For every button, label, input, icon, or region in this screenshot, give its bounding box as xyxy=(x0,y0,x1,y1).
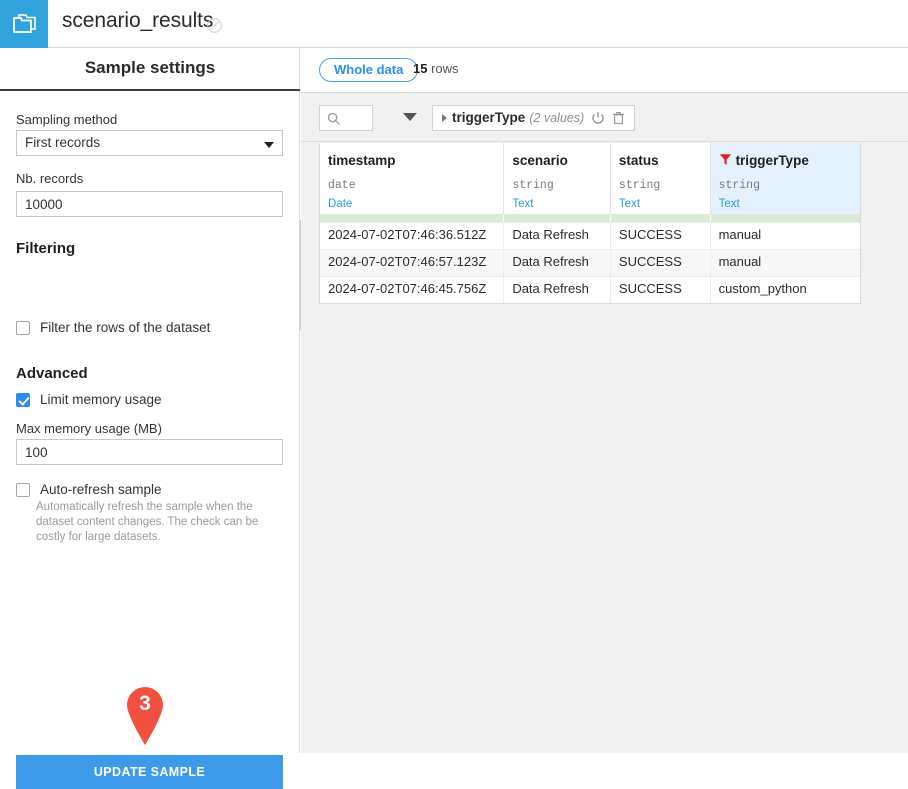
table-row[interactable]: 2024-07-02T07:46:57.123Z Data Refresh SU… xyxy=(320,249,860,276)
column-meaning[interactable]: Text xyxy=(719,198,740,210)
folder-icon-glyph xyxy=(11,13,37,35)
max-memory-label: Max memory usage (MB) xyxy=(16,421,162,436)
column-meaning[interactable]: Text xyxy=(619,198,640,210)
nb-records-label: Nb. records xyxy=(16,171,83,186)
chevron-down-icon xyxy=(264,142,274,148)
filter-toolbar: triggerType (2 values) xyxy=(301,94,908,142)
title-divider xyxy=(0,89,300,91)
table-header-row: timestamp date Date scenario string Text… xyxy=(320,143,860,215)
cell-triggertype: manual xyxy=(711,250,860,276)
folder-icon[interactable] xyxy=(0,0,48,48)
row-count-value: 15 xyxy=(413,61,427,76)
table-row[interactable]: 2024-07-02T07:46:36.512Z Data Refresh SU… xyxy=(320,222,860,249)
sampling-method-value: First records xyxy=(25,135,100,150)
no-entry-icon[interactable] xyxy=(206,17,223,34)
limit-memory-label: Limit memory usage xyxy=(40,392,162,407)
scope-pill-whole-data[interactable]: Whole data xyxy=(319,58,418,82)
sample-settings-panel: Sample settings Sampling method First re… xyxy=(0,48,300,753)
sample-settings-title: Sample settings xyxy=(0,58,300,78)
column-header-scenario[interactable]: scenario string Text xyxy=(504,143,611,215)
filtering-heading: Filtering xyxy=(16,240,75,257)
cell-timestamp: 2024-07-02T07:46:45.756Z xyxy=(320,277,504,303)
column-type: string xyxy=(512,179,553,192)
column-name: triggerType xyxy=(736,153,809,168)
column-name: status xyxy=(619,153,659,168)
step-marker-3: 3 xyxy=(122,684,168,746)
cell-timestamp: 2024-07-02T07:46:57.123Z xyxy=(320,250,504,276)
row-count: 15 rows xyxy=(413,61,459,76)
column-header-timestamp[interactable]: timestamp date Date xyxy=(320,143,504,215)
column-meaning[interactable]: Text xyxy=(512,198,533,210)
page-title: scenario_results xyxy=(62,9,213,33)
cell-triggertype: manual xyxy=(711,223,860,249)
sampling-method-select[interactable]: First records xyxy=(16,130,283,156)
column-type: string xyxy=(619,179,660,192)
column-name: scenario xyxy=(512,153,568,168)
cell-timestamp: 2024-07-02T07:46:36.512Z xyxy=(320,223,504,249)
column-name: timestamp xyxy=(328,153,396,168)
chevron-down-icon[interactable] xyxy=(403,113,417,121)
column-quality-bar xyxy=(320,215,860,222)
data-table: timestamp date Date scenario string Text… xyxy=(319,143,861,304)
power-refresh-icon[interactable] xyxy=(591,111,605,125)
nb-records-input[interactable] xyxy=(16,191,283,217)
filter-chip-triggertype[interactable]: triggerType (2 values) xyxy=(432,105,635,131)
top-bar: scenario_results Explore Charts Statisti… xyxy=(0,0,908,48)
cell-scenario: Data Refresh xyxy=(504,223,611,249)
cell-status: SUCCESS xyxy=(611,250,711,276)
column-header-triggertype[interactable]: triggerType string Text xyxy=(711,143,860,215)
explore-header: Whole data 15 rows xyxy=(301,48,908,93)
cell-scenario: Data Refresh xyxy=(504,250,611,276)
cell-scenario: Data Refresh xyxy=(504,277,611,303)
cell-triggertype: custom_python xyxy=(711,277,860,303)
row-count-unit: rows xyxy=(431,61,458,76)
filter-chip-column: triggerType xyxy=(452,110,525,125)
table-row[interactable]: 2024-07-02T07:46:45.756Z Data Refresh SU… xyxy=(320,276,860,303)
column-type: date xyxy=(328,179,356,192)
max-memory-input[interactable] xyxy=(16,439,283,465)
step-marker-number: 3 xyxy=(122,692,168,716)
cell-status: SUCCESS xyxy=(611,223,711,249)
column-type: string xyxy=(719,179,760,192)
cell-status: SUCCESS xyxy=(611,277,711,303)
filter-chip-values: (2 values) xyxy=(529,111,584,125)
auto-refresh-label: Auto-refresh sample xyxy=(40,482,162,497)
caret-right-icon xyxy=(442,114,447,122)
filter-rows-checkbox[interactable] xyxy=(16,321,30,335)
auto-refresh-checkbox[interactable] xyxy=(16,483,30,497)
search-input[interactable] xyxy=(319,105,373,131)
filter-rows-label: Filter the rows of the dataset xyxy=(40,320,210,335)
search-icon xyxy=(327,112,341,126)
column-meaning[interactable]: Date xyxy=(328,198,352,210)
explore-panel: Whole data 15 rows triggerType (2 values)… xyxy=(301,48,908,753)
auto-refresh-help-text: Automatically refresh the sample when th… xyxy=(36,500,288,545)
filter-icon[interactable] xyxy=(719,153,732,166)
sampling-method-label: Sampling method xyxy=(16,112,117,127)
column-header-status[interactable]: status string Text xyxy=(611,143,711,215)
limit-memory-checkbox[interactable] xyxy=(16,393,30,407)
advanced-heading: Advanced xyxy=(16,365,88,382)
trash-icon[interactable] xyxy=(612,111,625,125)
update-sample-button[interactable]: UPDATE SAMPLE xyxy=(16,755,283,789)
